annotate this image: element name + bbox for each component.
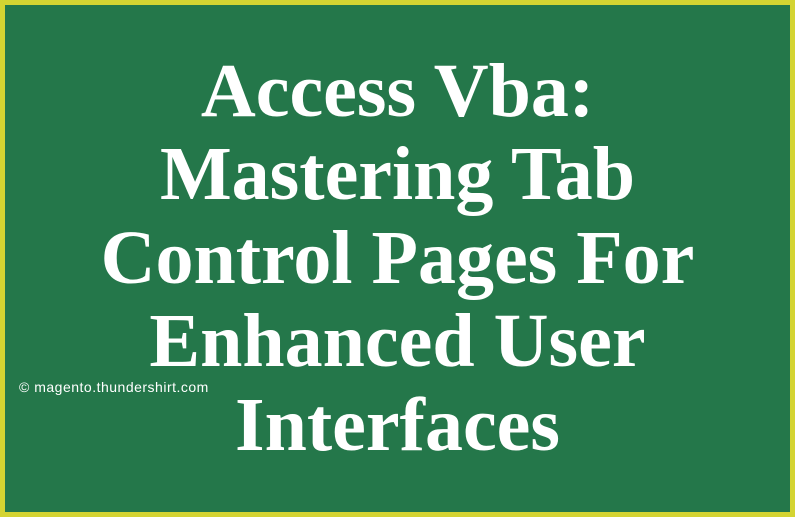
copyright-text: © magento.thundershirt.com [19, 379, 209, 395]
title-card: Access Vba: Mastering Tab Control Pages … [5, 5, 790, 512]
main-title: Access Vba: Mastering Tab Control Pages … [5, 50, 790, 468]
